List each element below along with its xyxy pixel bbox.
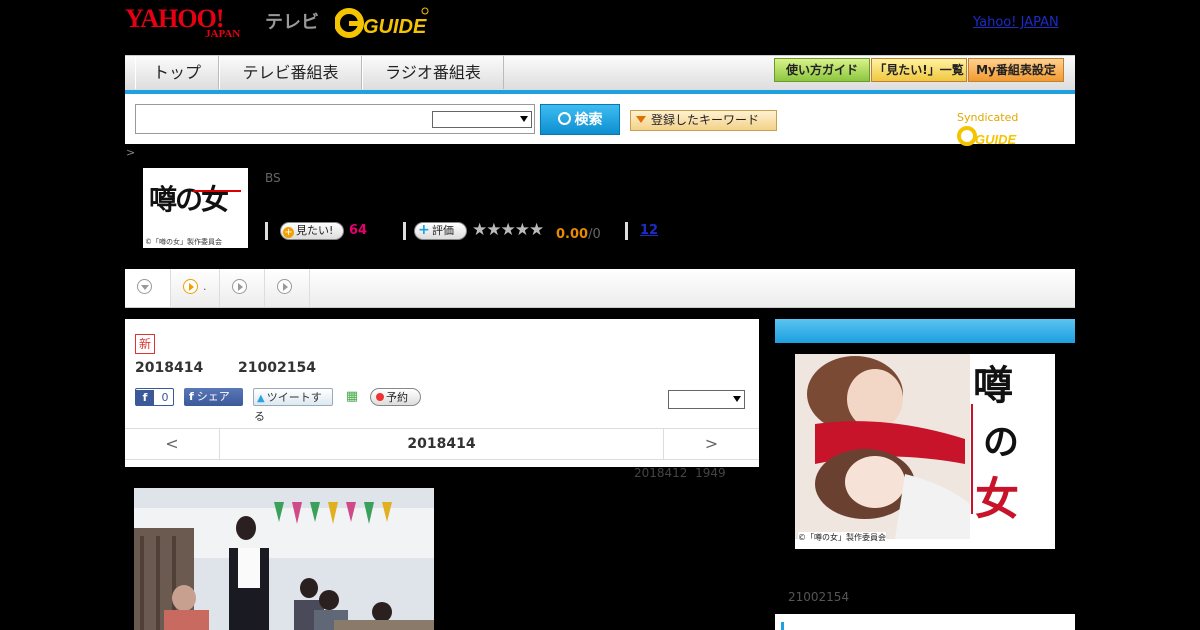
poster-copyright: ©「噂の女」製作委員会 (798, 532, 886, 543)
tab-top[interactable]: トップ (135, 56, 219, 89)
search-bar: 検索 登録したキーワード Syndicated GUIDE (125, 94, 1075, 147)
rating-stars-icon: ★★★★★ (472, 220, 544, 240)
yahoo-japan-link[interactable]: Yahoo! JAPAN (973, 15, 1059, 30)
episode-scene-image (134, 488, 434, 630)
yahoo-japan-logo[interactable]: YAHOO! JAPAN (125, 6, 240, 40)
side-time: 21002154 (788, 590, 850, 604)
play-icon (232, 279, 247, 294)
facebook-icon: f (136, 390, 154, 406)
pager-prev-button[interactable]: < (125, 429, 220, 459)
yahoo-japan-text: JAPAN (205, 28, 241, 40)
new-badge: 新 (135, 334, 155, 354)
gguide-logo-graphic: GUIDE (334, 7, 429, 38)
rating-total: /0 (588, 227, 601, 242)
svg-text:の: の (983, 421, 1019, 463)
chevron-down-icon (137, 279, 152, 294)
divider (625, 222, 628, 240)
syndicated-gguide: Syndicated GUIDE (957, 111, 1075, 148)
subtab-4[interactable] (265, 269, 310, 307)
chevron-down-icon (733, 396, 741, 402)
registered-keywords-button[interactable]: 登録したキーワード (630, 110, 777, 131)
side-panel-bottom (775, 614, 1075, 630)
gguide-small-logo: GUIDE (957, 126, 1017, 147)
mitai-label: 見たい! (296, 224, 334, 237)
mitai-button[interactable]: + 見たい! (280, 222, 344, 240)
pager-next-button[interactable]: > (663, 429, 759, 459)
side-poster[interactable]: 噂 の 女 ©「噂の女」製作委員会 (795, 354, 1055, 549)
svg-text:GUIDE: GUIDE (363, 16, 427, 38)
reserve-label: 予約 (386, 391, 408, 404)
side-accent-bar (781, 622, 784, 630)
twitter-bird-icon: ▲ (257, 393, 265, 404)
syndicated-label: Syndicated (957, 111, 1019, 124)
rating-label: 評価 (432, 224, 454, 237)
tab-tv-schedule[interactable]: テレビ番組表 (219, 56, 362, 89)
svg-text:女: 女 (975, 474, 1019, 525)
facebook-icon: f (189, 390, 194, 403)
divider (265, 222, 268, 240)
tweet-button[interactable]: ▲ ツイートする (253, 388, 333, 423)
mitai-list-button[interactable]: 「見たい!」一覧 (871, 58, 967, 82)
rating-summary: 0.00/0 (556, 223, 601, 242)
subtab-3[interactable] (220, 269, 265, 307)
search-icon (557, 112, 571, 125)
episode-panel: 新 2018414 21002154 f 0 f シェア ▲ ツイートする ▦ 予約… (125, 319, 759, 467)
thumbnail-title: 噂の女 (149, 183, 229, 216)
channel-type: BS (265, 171, 281, 185)
facebook-share-label: シェア (196, 390, 230, 403)
plus-icon: + (283, 227, 294, 238)
episode-select[interactable] (668, 390, 745, 409)
pager-date: 2018414 (407, 436, 476, 452)
episode-time: 21002154 (238, 360, 316, 376)
divider (403, 222, 406, 240)
update-date: 2018412 (634, 466, 688, 480)
play-icon (183, 279, 198, 294)
search-button[interactable]: 検索 (540, 104, 620, 135)
program-thumbnail[interactable]: 噂の女 ©「噂の女」製作委員会 (143, 168, 248, 248)
registered-keywords-label: 登録したキーワード (651, 113, 760, 127)
main-nav: トップ テレビ番組表 ラジオ番組表 使い方ガイド 「見たい!」一覧 My番組表設… (125, 55, 1075, 91)
episode-date: 2018414 (135, 360, 204, 376)
side-panel-header (775, 319, 1075, 343)
usage-guide-button[interactable]: 使い方ガイド (774, 58, 870, 82)
episode-photo (134, 488, 434, 630)
tv-label: テレビ (265, 12, 319, 33)
facebook-share-button[interactable]: f シェア (184, 388, 243, 406)
sub-tabs: . (125, 269, 1075, 308)
subtab-1[interactable] (125, 269, 171, 307)
subtab-2-label: . (203, 280, 207, 293)
my-schedule-settings-button[interactable]: My番組表設定 (968, 58, 1064, 82)
poster-image: 噂 の 女 (795, 354, 1055, 549)
gguide-logo[interactable]: GUIDE (334, 6, 429, 40)
chevron-down-icon (520, 116, 528, 122)
facebook-like-count: 0 (161, 391, 169, 404)
facebook-like-button[interactable]: f 0 (135, 388, 174, 406)
thumbnail-red-line (193, 190, 241, 192)
bookmark-add-icon[interactable]: ▦ (344, 388, 360, 406)
poster-title-text: 噂 (973, 362, 1013, 409)
plus-icon: + (418, 222, 430, 238)
play-icon (277, 279, 292, 294)
search-category-select[interactable] (432, 111, 532, 128)
mitai-count: 64 (349, 223, 368, 238)
dropdown-triangle-icon (636, 116, 646, 123)
update-datetime: 2018412 1949 (634, 466, 726, 480)
record-dot-icon (376, 393, 384, 401)
episode-pager: < 2018414 > (125, 428, 759, 460)
tab-radio-schedule[interactable]: ラジオ番組表 (362, 56, 504, 89)
thumbnail-copyright: ©「噂の女」製作委員会 (145, 238, 222, 246)
breadcrumb[interactable]: > (126, 146, 135, 159)
search-button-label: 検索 (574, 112, 603, 128)
rating-button[interactable]: + 評価 (414, 222, 467, 240)
review-count-link[interactable]: 12 (640, 223, 658, 238)
subtab-2[interactable]: . (171, 269, 220, 307)
rating-score: 0.00 (556, 227, 589, 242)
svg-text:GUIDE: GUIDE (975, 132, 1017, 147)
update-time: 1949 (695, 466, 726, 480)
reserve-button[interactable]: 予約 (370, 388, 421, 406)
